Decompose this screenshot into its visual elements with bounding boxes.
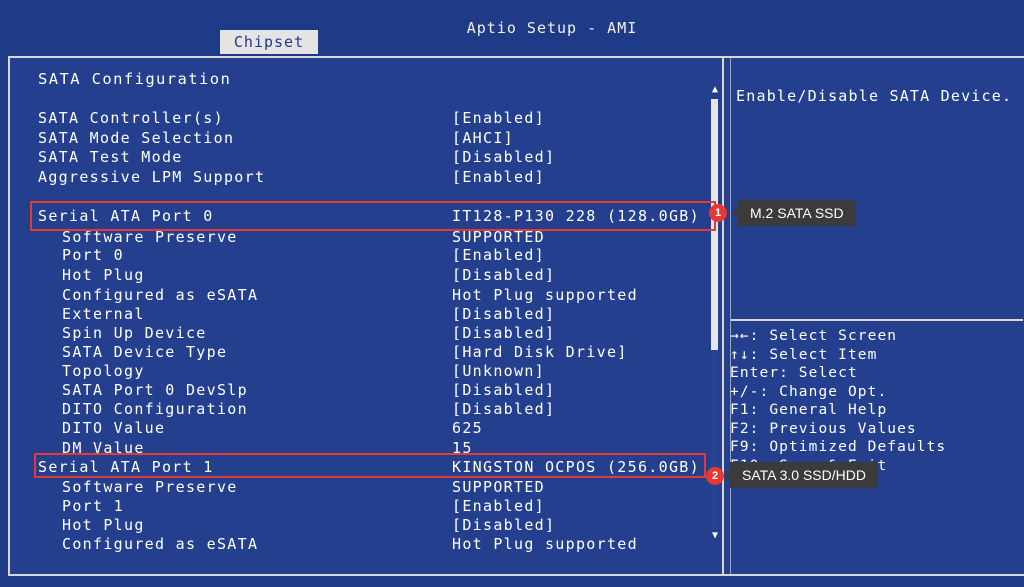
setting-label: Hot Plug bbox=[62, 516, 145, 534]
setting-row[interactable]: Port 0 [Enabled] bbox=[0, 246, 708, 265]
setting-value[interactable]: [Unknown] bbox=[452, 362, 545, 380]
setting-label: Aggressive LPM Support bbox=[38, 168, 266, 186]
setting-row[interactable]: SATA Device Type [Hard Disk Drive] bbox=[0, 343, 708, 362]
port0-highlight-box bbox=[30, 201, 716, 231]
annotation-callout-2: SATA 3.0 SSD/HDD bbox=[724, 462, 878, 488]
setting-value[interactable]: [Disabled] bbox=[452, 148, 555, 166]
triangle-up-icon[interactable]: ▲ bbox=[712, 84, 718, 95]
setting-row[interactable]: DITO Value 625 bbox=[0, 419, 708, 438]
annotation-badge-1: 1 bbox=[709, 204, 727, 222]
setting-value[interactable]: [Enabled] bbox=[452, 246, 545, 264]
setting-row[interactable]: Configured as eSATA Hot Plug supported bbox=[0, 286, 708, 305]
setting-value[interactable]: [Disabled] bbox=[452, 305, 555, 323]
setting-row[interactable]: SATA Controller(s) [Enabled] bbox=[0, 109, 708, 128]
setting-value[interactable]: [Enabled] bbox=[452, 109, 545, 127]
setting-label: Hot Plug bbox=[62, 266, 145, 284]
setting-value: SUPPORTED bbox=[452, 478, 545, 496]
key-hint: ↑↓: Select Item bbox=[730, 346, 878, 363]
setting-label: Port 0 bbox=[62, 246, 124, 264]
port1-highlight-box bbox=[34, 453, 706, 478]
setting-label: Topology bbox=[62, 362, 145, 380]
setting-label: SATA Port 0 DevSlp bbox=[62, 381, 248, 399]
key-hint: F1: General Help bbox=[730, 402, 888, 418]
key-hint: +/-: Change Opt. bbox=[730, 383, 888, 400]
setting-value: 625 bbox=[452, 419, 483, 437]
setting-row[interactable]: Configured as eSATA Hot Plug supported bbox=[0, 535, 708, 554]
setting-value[interactable]: [Disabled] bbox=[452, 516, 555, 534]
setting-label: Configured as eSATA bbox=[62, 535, 259, 553]
setting-value[interactable]: [Enabled] bbox=[452, 168, 545, 186]
setting-value: Hot Plug supported bbox=[452, 286, 638, 304]
setting-label: SATA Device Type bbox=[62, 343, 228, 361]
setting-label: SATA Controller(s) bbox=[38, 109, 224, 127]
setting-value[interactable]: [Disabled] bbox=[452, 400, 555, 418]
setting-value[interactable]: [Enabled] bbox=[452, 497, 545, 515]
window-title: Aptio Setup - AMI bbox=[466, 19, 638, 37]
setting-label: DITO Value bbox=[62, 419, 166, 437]
setting-value[interactable]: [Disabled] bbox=[452, 381, 555, 399]
key-hint: Enter: Select bbox=[730, 365, 858, 381]
setting-row[interactable]: SATA Test Mode [Disabled] bbox=[0, 148, 708, 167]
annotation-badge-2: 2 bbox=[706, 467, 724, 485]
setting-row[interactable]: External [Disabled] bbox=[0, 305, 708, 324]
key-hint: F9: Optimized Defaults bbox=[730, 439, 947, 455]
setting-label: Spin Up Device bbox=[62, 324, 207, 342]
setting-value[interactable]: [Hard Disk Drive] bbox=[452, 343, 628, 361]
tab-chipset[interactable]: Chipset bbox=[220, 30, 318, 54]
setting-value[interactable]: [Disabled] bbox=[452, 266, 555, 284]
setting-row[interactable]: DITO Configuration [Disabled] bbox=[0, 400, 708, 419]
setting-row[interactable]: SATA Port 0 DevSlp [Disabled] bbox=[0, 381, 708, 400]
setting-value[interactable]: [AHCI] bbox=[452, 129, 514, 147]
setting-row[interactable]: Aggressive LPM Support [Enabled] bbox=[0, 168, 708, 187]
panel-divider bbox=[722, 58, 731, 574]
section-title: SATA Configuration bbox=[38, 70, 232, 88]
setting-row[interactable]: Topology [Unknown] bbox=[0, 362, 708, 381]
help-divider bbox=[731, 319, 1023, 321]
setting-row[interactable]: Software Preserve SUPPORTED bbox=[0, 478, 708, 497]
setting-label: SATA Test Mode bbox=[38, 148, 183, 166]
setting-label: Software Preserve bbox=[62, 478, 238, 496]
setting-label: Port 1 bbox=[62, 497, 124, 515]
setting-value: Hot Plug supported bbox=[452, 535, 638, 553]
key-hint: F2: Previous Values bbox=[730, 420, 917, 437]
setting-row[interactable]: Hot Plug [Disabled] bbox=[0, 266, 708, 285]
setting-row[interactable]: Port 1 [Enabled] bbox=[0, 497, 708, 516]
setting-value[interactable]: [Disabled] bbox=[452, 324, 555, 342]
setting-row[interactable]: SATA Mode Selection [AHCI] bbox=[0, 129, 708, 148]
setting-label: Configured as eSATA bbox=[62, 286, 259, 304]
setting-row[interactable]: Spin Up Device [Disabled] bbox=[0, 324, 708, 343]
triangle-down-icon[interactable]: ▼ bbox=[712, 530, 718, 541]
setting-label: DITO Configuration bbox=[62, 400, 248, 418]
annotation-callout-1: M.2 SATA SSD bbox=[732, 200, 856, 226]
setting-row[interactable]: Hot Plug [Disabled] bbox=[0, 516, 708, 535]
setting-label: External bbox=[62, 305, 145, 323]
help-description: Enable/Disable SATA Device. bbox=[736, 87, 1013, 105]
key-hint: →←: Select Screen bbox=[730, 328, 898, 344]
setting-label: SATA Mode Selection bbox=[38, 129, 235, 147]
